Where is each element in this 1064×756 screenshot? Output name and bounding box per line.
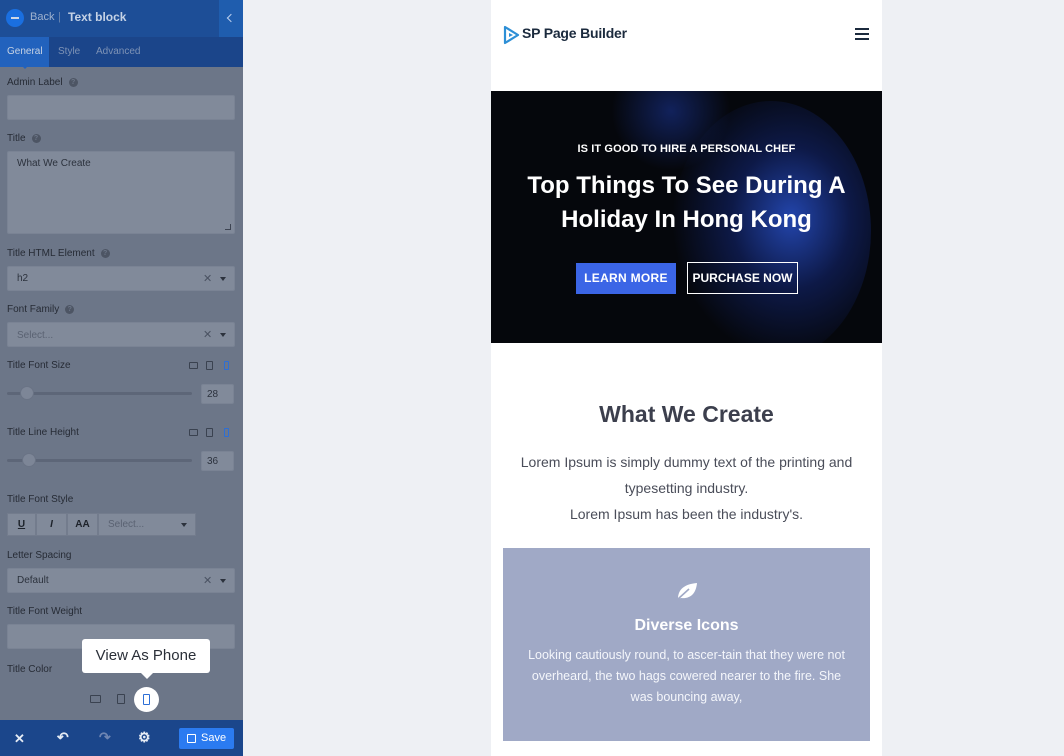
font-family-placeholder: Select...: [17, 330, 54, 341]
panel-title: Text block: [68, 10, 127, 24]
chevron-down-icon[interactable]: [181, 523, 187, 527]
help-icon[interactable]: ?: [31, 134, 41, 143]
back-arrow-icon[interactable]: [6, 9, 24, 27]
font-family-label: Font Family?: [7, 304, 75, 315]
title-font-weight-label: Title Font Weight: [7, 606, 83, 617]
logo-icon[interactable]: [503, 25, 520, 45]
card-text: Looking cautiously round, to ascer-tain …: [528, 648, 845, 704]
section-text: Lorem Ipsum is simply dummy text of the …: [503, 449, 870, 527]
tablet-view-icon[interactable]: [117, 694, 125, 704]
header-separator: |: [58, 11, 61, 23]
tab-style[interactable]: Style: [58, 46, 80, 57]
title-font-size-label: Title Font Size: [7, 360, 71, 371]
phone-icon[interactable]: [224, 361, 229, 370]
help-icon[interactable]: ?: [68, 78, 78, 87]
title-html-element-select[interactable]: h2 ✕: [7, 266, 235, 291]
clear-icon[interactable]: ✕: [203, 574, 212, 587]
admin-label-input[interactable]: [7, 95, 235, 120]
title-line-height-input[interactable]: 36: [201, 451, 234, 471]
save-button[interactable]: Save: [179, 728, 234, 749]
admin-label-label: Admin Label?: [7, 77, 78, 88]
title-html-element-value: h2: [17, 273, 29, 284]
redo-icon[interactable]: ↷: [99, 729, 111, 746]
title-font-size-input[interactable]: 28: [201, 384, 234, 404]
header-gap: [491, 71, 882, 91]
tab-general[interactable]: General: [7, 46, 43, 57]
hero-subtitle: IS IT GOOD TO HIRE A PERSONAL CHEF: [577, 143, 796, 155]
title-html-element-label: Title HTML Element?: [7, 248, 110, 259]
purchase-now-button[interactable]: PURCHASE NOW: [687, 262, 798, 294]
font-style-select[interactable]: Select...: [98, 513, 196, 536]
collapse-panel-button[interactable]: [219, 0, 243, 37]
tablet-icon[interactable]: [206, 428, 213, 437]
chevron-down-icon[interactable]: [220, 333, 226, 337]
title-font-style-label: Title Font Style: [7, 494, 74, 505]
letter-spacing-value: Default: [17, 575, 49, 586]
chevron-down-icon[interactable]: [220, 277, 226, 281]
view-as-phone-tooltip: View As Phone: [82, 639, 210, 679]
save-icon: [187, 734, 196, 743]
section-text-line: Lorem Ipsum is simply dummy text of the …: [520, 454, 853, 496]
site-header: SP Page Builder: [491, 0, 882, 71]
desktop-view-icon[interactable]: [90, 695, 101, 703]
title-line-height-label: Title Line Height: [7, 427, 79, 438]
tab-caret: [20, 64, 30, 69]
font-style-placeholder: Select...: [108, 519, 145, 530]
slider-handle[interactable]: [22, 453, 36, 467]
phone-preview: SP Page Builder IS IT GOOD TO HIRE A PER…: [491, 0, 882, 756]
help-icon[interactable]: ?: [100, 249, 110, 258]
underline-button[interactable]: U: [7, 513, 36, 536]
close-icon[interactable]: ✕: [14, 731, 25, 747]
letter-spacing-select[interactable]: Default ✕: [7, 568, 235, 593]
hero-section: IS IT GOOD TO HIRE A PERSONAL CHEF Top T…: [491, 91, 882, 343]
title-font-size-slider[interactable]: [7, 392, 192, 395]
desktop-icon[interactable]: [189, 362, 198, 369]
title-value: What We Create: [17, 158, 91, 169]
save-label: Save: [201, 732, 227, 744]
help-icon[interactable]: ?: [65, 305, 75, 314]
slider-handle[interactable]: [20, 386, 34, 400]
desktop-icon[interactable]: [189, 429, 198, 436]
panel-header: Back | Text block: [0, 0, 243, 37]
hamburger-menu-icon[interactable]: [855, 28, 869, 40]
tab-advanced[interactable]: Advanced: [96, 46, 140, 57]
section-text-line: Lorem Ipsum has been the industry's.: [569, 506, 804, 522]
clear-icon[interactable]: ✕: [203, 328, 212, 341]
letter-spacing-label: Letter Spacing: [7, 550, 72, 561]
undo-icon[interactable]: ↶: [57, 729, 69, 746]
phone-icon: [143, 694, 150, 705]
tablet-icon[interactable]: [206, 361, 213, 370]
editor-panel: Back | Text block General Style Advanced…: [0, 0, 243, 756]
chevron-down-icon[interactable]: [220, 579, 226, 583]
hero-title: Top Things To See During A Holiday In Ho…: [527, 172, 846, 233]
uppercase-button[interactable]: AA: [67, 513, 98, 536]
title-textarea[interactable]: What We Create: [7, 151, 235, 234]
leaf-icon: [677, 583, 697, 600]
view-as-phone-button[interactable]: [134, 687, 159, 712]
back-button[interactable]: Back: [30, 11, 54, 23]
card-title: Diverse Icons: [634, 617, 739, 634]
phone-icon[interactable]: [224, 428, 229, 437]
font-family-select[interactable]: Select... ✕: [7, 322, 235, 347]
title-color-label: Title Color: [7, 664, 53, 675]
section-title: What We Create: [599, 401, 774, 427]
gear-icon[interactable]: ⚙: [138, 729, 151, 746]
learn-more-button[interactable]: LEARN MORE: [576, 263, 676, 294]
italic-button[interactable]: I: [36, 513, 67, 536]
feature-card: Diverse Icons Looking cautiously round, …: [503, 548, 870, 741]
resize-handle-icon[interactable]: [225, 224, 231, 230]
logo-text[interactable]: SP Page Builder: [522, 25, 627, 41]
title-label: Title?: [7, 133, 41, 144]
clear-icon[interactable]: ✕: [203, 272, 212, 285]
